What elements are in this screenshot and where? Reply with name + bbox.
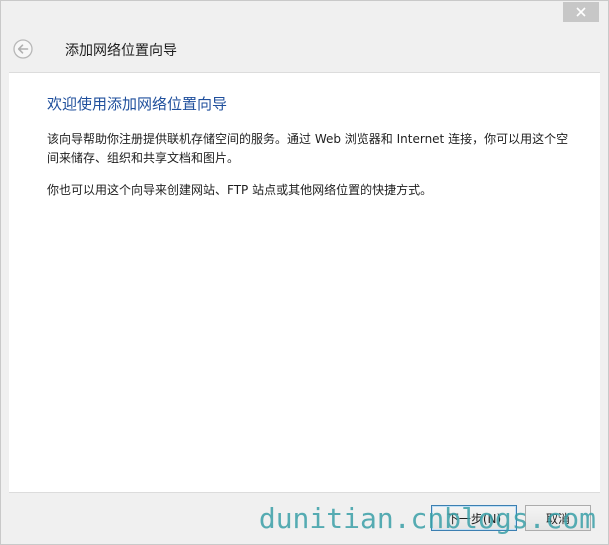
wizard-header: 添加网络位置向导 xyxy=(1,29,608,69)
close-icon xyxy=(576,7,586,17)
cancel-button[interactable]: 取消 xyxy=(525,505,591,531)
shortcut-paragraph: 你也可以用这个向导来创建网站、FTP 站点或其他网络位置的快捷方式。 xyxy=(47,183,433,197)
wizard-title: 添加网络位置向导 xyxy=(65,43,177,59)
wizard-window: 添加网络位置向导 欢迎使用添加网络位置向导 该向导帮助你注册提供联机存储空间的服… xyxy=(0,0,609,545)
back-arrow-icon xyxy=(13,39,33,59)
close-button[interactable] xyxy=(563,2,599,22)
next-button[interactable]: 下一步(N) xyxy=(431,505,517,531)
description-paragraph: 该向导帮助你注册提供联机存储空间的服务。通过 Web 浏览器和 Internet… xyxy=(47,132,569,165)
wizard-content-panel: 欢迎使用添加网络位置向导 该向导帮助你注册提供联机存储空间的服务。通过 Web … xyxy=(9,72,600,493)
back-button[interactable] xyxy=(13,39,33,59)
wizard-footer: 下一步(N) 取消 xyxy=(1,494,608,545)
page-heading: 欢迎使用添加网络位置向导 xyxy=(47,95,228,113)
